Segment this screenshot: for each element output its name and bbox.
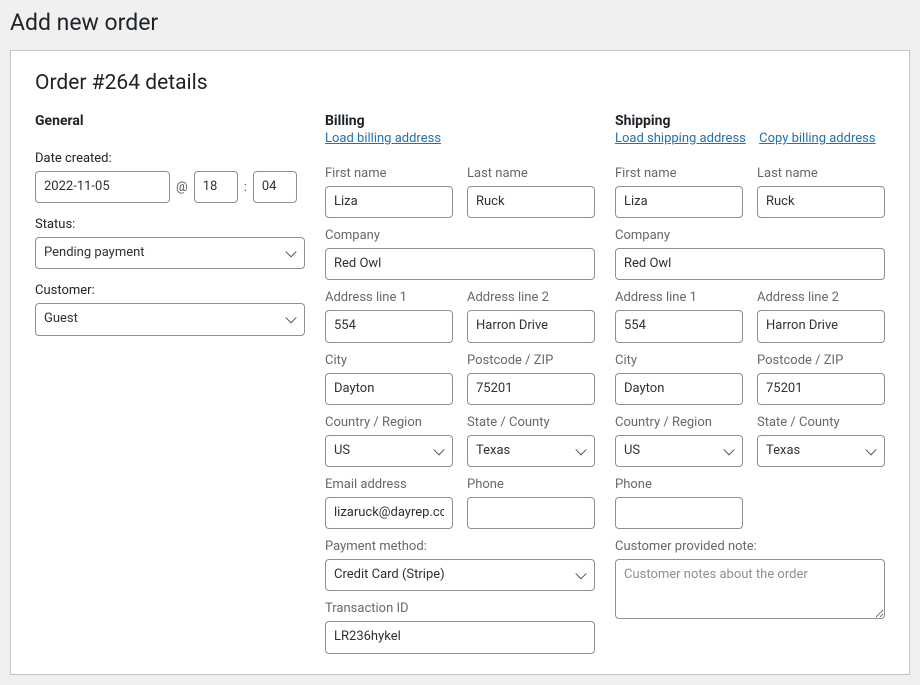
billing-email-label: Email address — [325, 477, 453, 492]
billing-addr1-input[interactable] — [325, 310, 453, 342]
billing-postcode-input[interactable] — [467, 373, 595, 405]
billing-addr2-label: Address line 2 — [467, 290, 595, 305]
shipping-addr2-label: Address line 2 — [757, 290, 885, 305]
order-details-panel: Order #264 details General Date created:… — [10, 50, 910, 675]
general-heading: General — [35, 113, 305, 129]
customer-select-wrapper: Guest — [35, 303, 305, 335]
shipping-city-input[interactable] — [615, 373, 743, 405]
shipping-state-select[interactable]: Texas — [757, 435, 885, 467]
billing-state-select-wrapper: Texas — [467, 435, 595, 467]
billing-first-name-label: First name — [325, 166, 453, 181]
billing-phone-input[interactable] — [467, 497, 595, 529]
payment-method-select[interactable]: Credit Card (Stripe) — [325, 559, 595, 591]
shipping-phone-input[interactable] — [615, 497, 743, 529]
billing-country-label: Country / Region — [325, 415, 453, 430]
page-title: Add new order — [0, 0, 920, 40]
shipping-last-name-label: Last name — [757, 166, 885, 181]
billing-state-label: State / County — [467, 415, 595, 430]
customer-select[interactable]: Guest — [35, 303, 305, 335]
shipping-first-name-input[interactable] — [615, 186, 743, 218]
shipping-country-select[interactable]: US — [615, 435, 743, 467]
shipping-heading: Shipping — [615, 113, 885, 129]
payment-method-select-wrapper: Credit Card (Stripe) — [325, 559, 595, 591]
copy-billing-address-link[interactable]: Copy billing address — [759, 131, 875, 146]
load-shipping-address-link[interactable]: Load shipping address — [615, 131, 746, 146]
general-column: General Date created: @ : Status: Pendin… — [35, 113, 305, 654]
shipping-company-label: Company — [615, 228, 885, 243]
shipping-phone-label: Phone — [615, 477, 743, 492]
billing-country-select-wrapper: US — [325, 435, 453, 467]
billing-addr1-label: Address line 1 — [325, 290, 453, 305]
colon-separator: : — [244, 180, 247, 195]
hour-input[interactable] — [194, 171, 238, 203]
shipping-country-select-wrapper: US — [615, 435, 743, 467]
shipping-state-label: State / County — [757, 415, 885, 430]
date-input[interactable] — [35, 171, 170, 203]
minute-input[interactable] — [253, 171, 297, 203]
shipping-addr1-label: Address line 1 — [615, 290, 743, 305]
status-label: Status: — [35, 217, 305, 232]
transaction-id-input[interactable] — [325, 621, 595, 653]
status-select[interactable]: Pending payment — [35, 237, 305, 269]
billing-first-name-input[interactable] — [325, 186, 453, 218]
billing-email-input[interactable] — [325, 497, 453, 529]
billing-addr2-input[interactable] — [467, 310, 595, 342]
transaction-id-label: Transaction ID — [325, 601, 595, 616]
load-billing-address-link[interactable]: Load billing address — [325, 131, 441, 146]
billing-last-name-input[interactable] — [467, 186, 595, 218]
shipping-postcode-label: Postcode / ZIP — [757, 353, 885, 368]
billing-column: Billing Load billing address First name … — [325, 113, 595, 654]
shipping-first-name-label: First name — [615, 166, 743, 181]
customer-note-label: Customer provided note: — [615, 539, 885, 554]
customer-label: Customer: — [35, 283, 305, 298]
shipping-company-input[interactable] — [615, 248, 885, 280]
shipping-state-select-wrapper: Texas — [757, 435, 885, 467]
billing-last-name-label: Last name — [467, 166, 595, 181]
billing-postcode-label: Postcode / ZIP — [467, 353, 595, 368]
shipping-last-name-input[interactable] — [757, 186, 885, 218]
date-created-label: Date created: — [35, 151, 305, 166]
panel-title: Order #264 details — [35, 71, 885, 95]
at-separator: @ — [176, 180, 188, 195]
billing-country-select[interactable]: US — [325, 435, 453, 467]
billing-state-select[interactable]: Texas — [467, 435, 595, 467]
shipping-postcode-input[interactable] — [757, 373, 885, 405]
shipping-addr2-input[interactable] — [757, 310, 885, 342]
shipping-country-label: Country / Region — [615, 415, 743, 430]
shipping-column: Shipping Load shipping address Copy bill… — [615, 113, 885, 654]
billing-company-label: Company — [325, 228, 595, 243]
billing-company-input[interactable] — [325, 248, 595, 280]
payment-method-label: Payment method: — [325, 539, 595, 554]
shipping-city-label: City — [615, 353, 743, 368]
billing-heading: Billing — [325, 113, 595, 129]
shipping-addr1-input[interactable] — [615, 310, 743, 342]
status-select-wrapper: Pending payment — [35, 237, 305, 269]
billing-city-label: City — [325, 353, 453, 368]
customer-note-textarea[interactable] — [615, 559, 885, 619]
billing-phone-label: Phone — [467, 477, 595, 492]
billing-city-input[interactable] — [325, 373, 453, 405]
